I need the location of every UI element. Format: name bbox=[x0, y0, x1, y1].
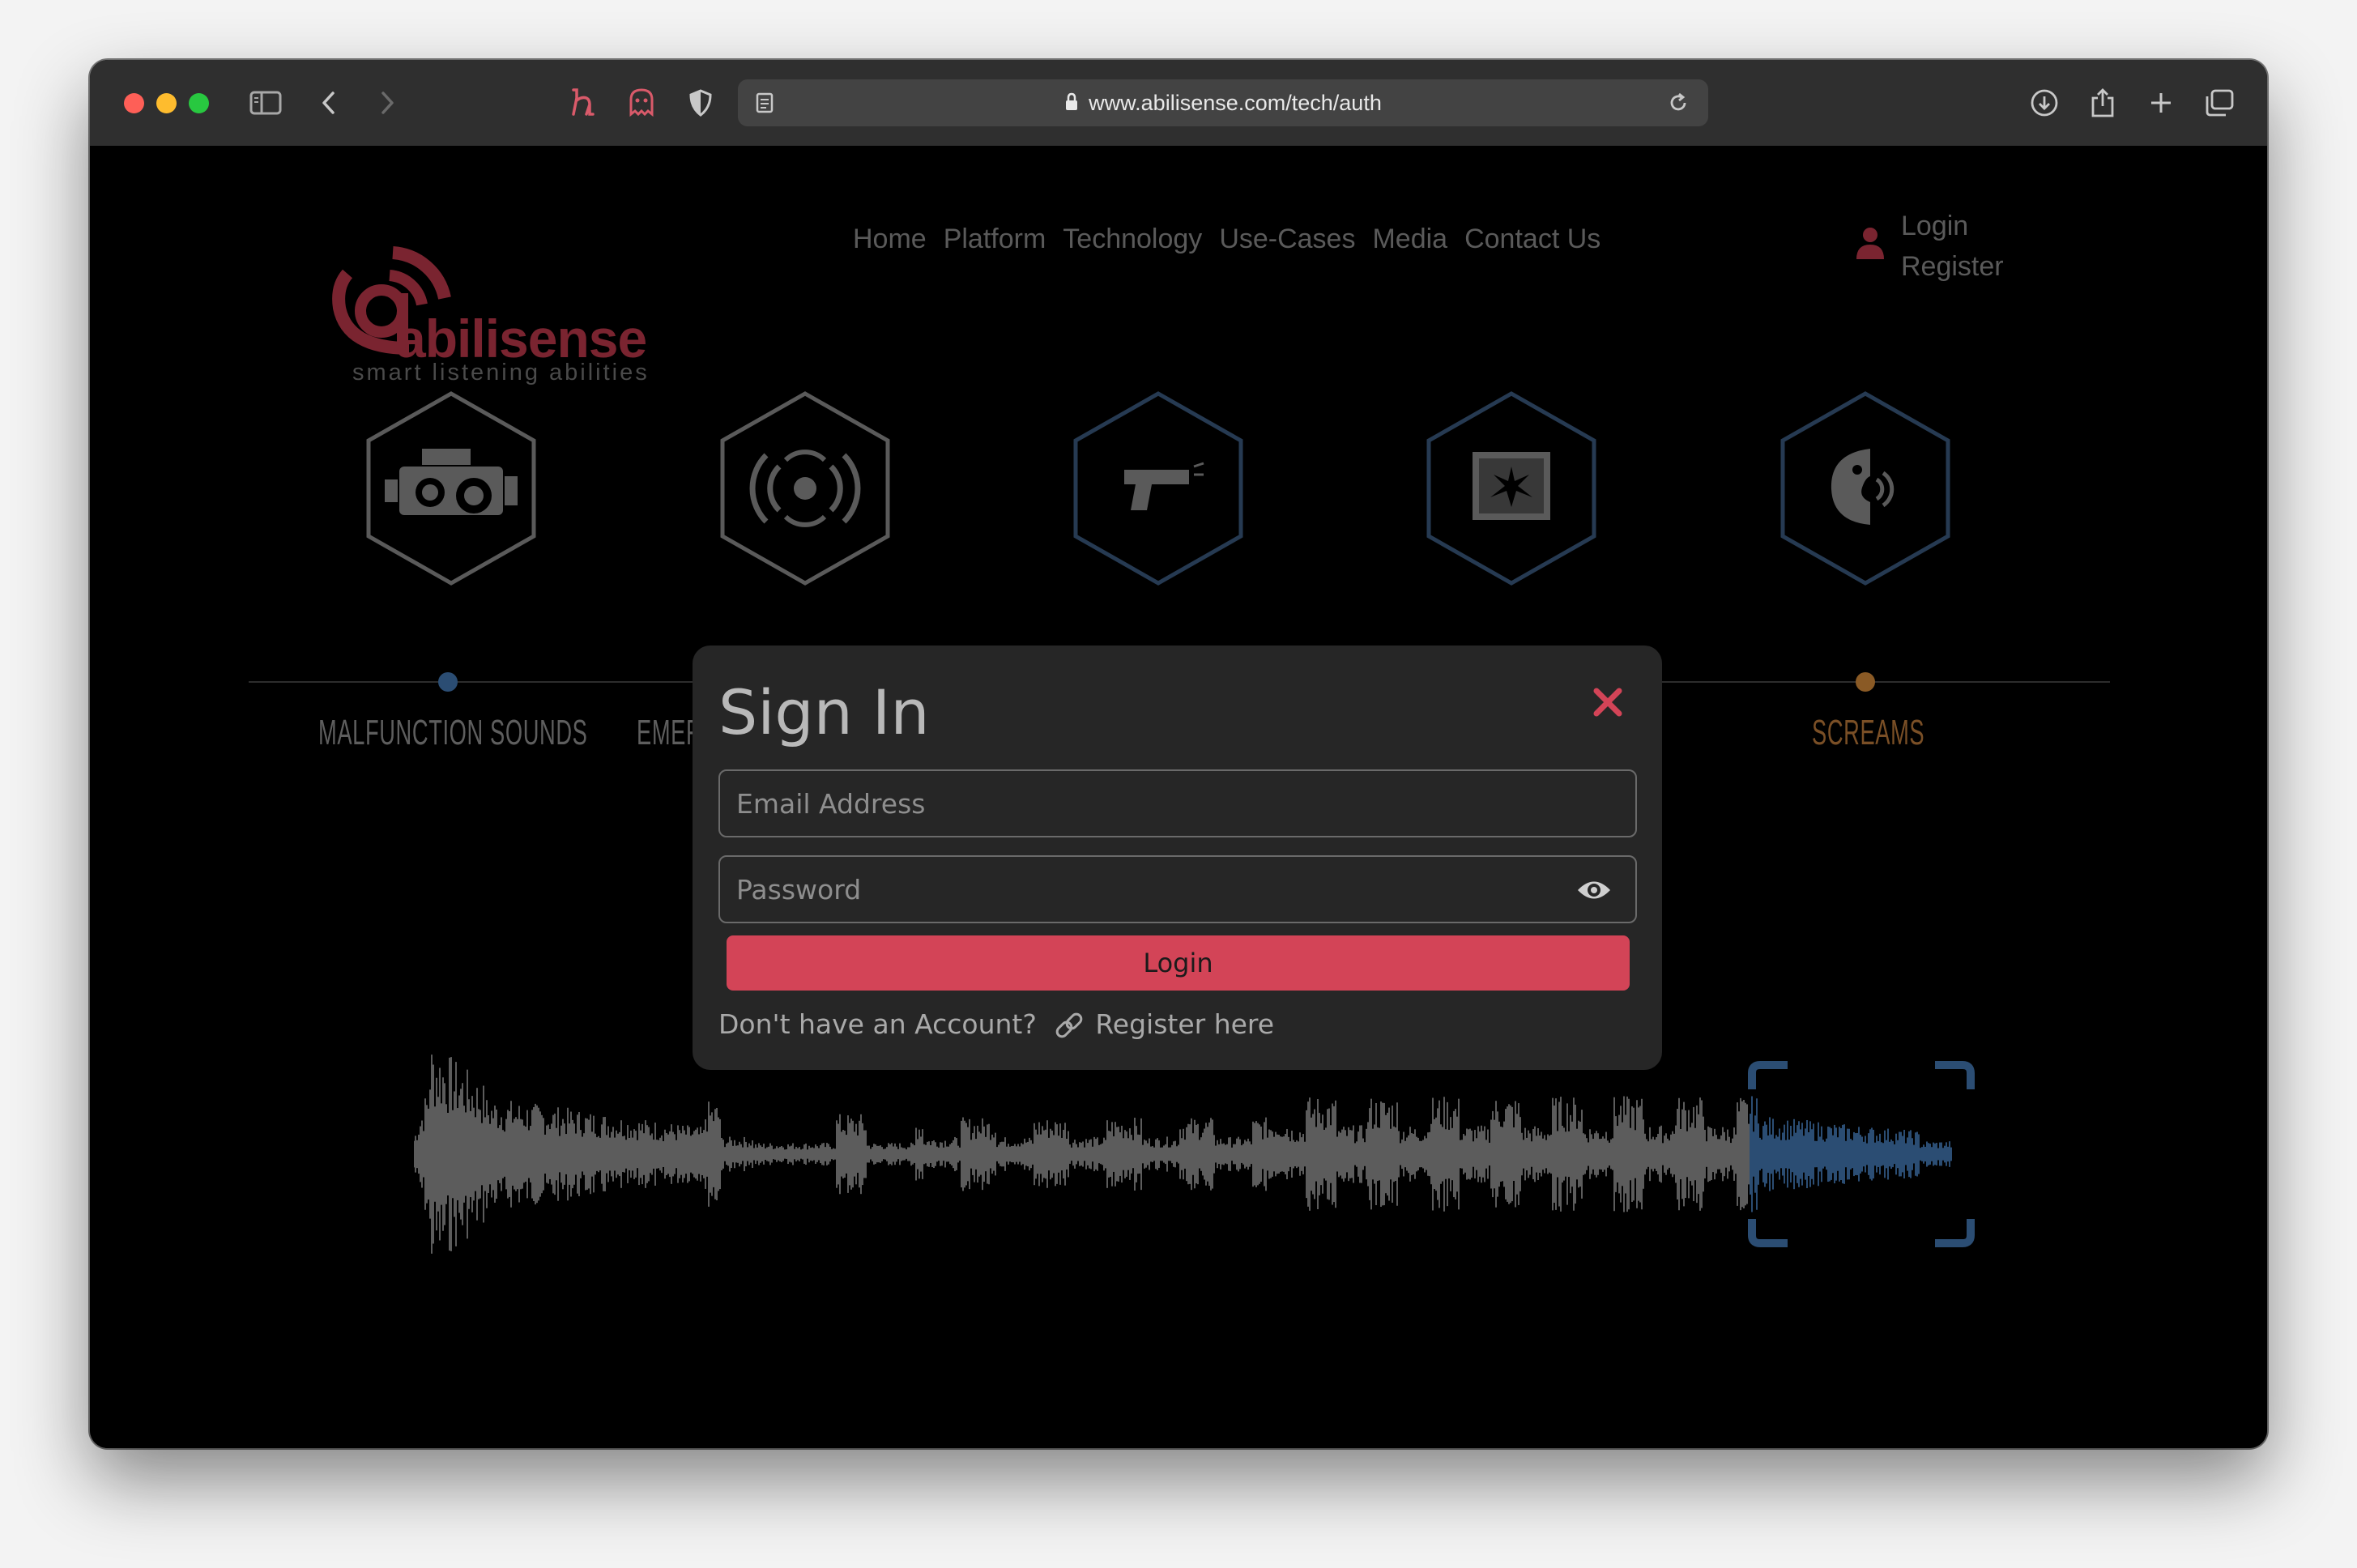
alarm-icon[interactable] bbox=[714, 389, 896, 588]
nav-home[interactable]: Home bbox=[853, 224, 927, 255]
main-nav: Home Platform Technology Use-Cases Media… bbox=[853, 224, 1600, 255]
eye-icon[interactable] bbox=[1575, 876, 1613, 904]
reload-icon[interactable] bbox=[1660, 84, 1697, 121]
category-label[interactable]: MALFUNCTION SOUNDS bbox=[318, 713, 587, 753]
maximize-window-button[interactable] bbox=[189, 93, 209, 113]
no-account-text: Don't have an Account? bbox=[718, 1008, 1037, 1040]
back-icon[interactable] bbox=[310, 84, 347, 121]
sign-in-modal: Sign In Login Don't have an Account? bbox=[693, 646, 1662, 1070]
email-input[interactable] bbox=[720, 771, 1635, 836]
logo-tagline: smart listening abilities bbox=[352, 360, 650, 386]
nav-use-cases[interactable]: Use-Cases bbox=[1219, 224, 1355, 255]
scream-icon[interactable] bbox=[1775, 389, 1956, 588]
modal-title: Sign In bbox=[718, 676, 930, 748]
nav-contact-us[interactable]: Contact Us bbox=[1464, 224, 1600, 255]
timeline-dot[interactable] bbox=[1856, 672, 1875, 692]
browser-toolbar: www.abilisense.com/tech/auth bbox=[90, 60, 2267, 147]
selection-bracket bbox=[1748, 1061, 1788, 1089]
hypothesis-extension-icon[interactable] bbox=[565, 84, 602, 121]
register-prompt: Don't have an Account? Register here bbox=[718, 1008, 1274, 1042]
share-icon[interactable] bbox=[2084, 84, 2121, 121]
user-register-link[interactable]: Register bbox=[1901, 251, 2004, 283]
new-tab-icon[interactable] bbox=[2142, 84, 2180, 121]
ghostery-extension-icon[interactable] bbox=[623, 84, 660, 121]
minimize-window-button[interactable] bbox=[156, 93, 177, 113]
timeline-dot[interactable] bbox=[438, 672, 458, 692]
selection-bracket bbox=[1748, 1219, 1788, 1247]
tab-overview-icon[interactable] bbox=[2201, 84, 2238, 121]
sidebar-toggle-icon[interactable] bbox=[247, 84, 284, 121]
nav-platform[interactable]: Platform bbox=[944, 224, 1046, 255]
audio-waveform bbox=[414, 1055, 1975, 1254]
password-input[interactable] bbox=[720, 857, 1635, 922]
nav-technology[interactable]: Technology bbox=[1063, 224, 1202, 255]
gun-icon[interactable] bbox=[1068, 389, 1249, 588]
email-field bbox=[718, 769, 1637, 837]
page-content: abilisense smart listening abilities Hom… bbox=[90, 146, 2267, 1448]
close-window-button[interactable] bbox=[124, 93, 144, 113]
category-label[interactable]: SCREAMS bbox=[1812, 713, 1924, 753]
browser-window: www.abilisense.com/tech/auth abilisense … bbox=[90, 60, 2267, 1448]
selection-bracket bbox=[1935, 1061, 1975, 1089]
url-text[interactable]: www.abilisense.com/tech/auth bbox=[1089, 91, 1382, 115]
login-button[interactable]: Login bbox=[727, 935, 1630, 991]
shield-icon[interactable] bbox=[682, 84, 719, 121]
address-bar[interactable]: www.abilisense.com/tech/auth bbox=[738, 79, 1708, 126]
nav-media[interactable]: Media bbox=[1372, 224, 1447, 255]
user-login-link[interactable]: Login bbox=[1901, 211, 1968, 242]
password-field bbox=[718, 855, 1637, 923]
glass-break-icon[interactable] bbox=[1421, 389, 1602, 588]
close-icon[interactable] bbox=[1585, 680, 1630, 725]
downloads-icon[interactable] bbox=[2026, 84, 2063, 121]
register-link[interactable]: Register here bbox=[1095, 1008, 1274, 1040]
lock-icon bbox=[1064, 81, 1079, 128]
selection-bracket bbox=[1935, 1219, 1975, 1247]
engine-icon[interactable] bbox=[360, 389, 542, 588]
user-icon bbox=[1856, 228, 1884, 259]
forward-icon[interactable] bbox=[369, 84, 406, 121]
link-icon bbox=[1056, 1012, 1083, 1038]
